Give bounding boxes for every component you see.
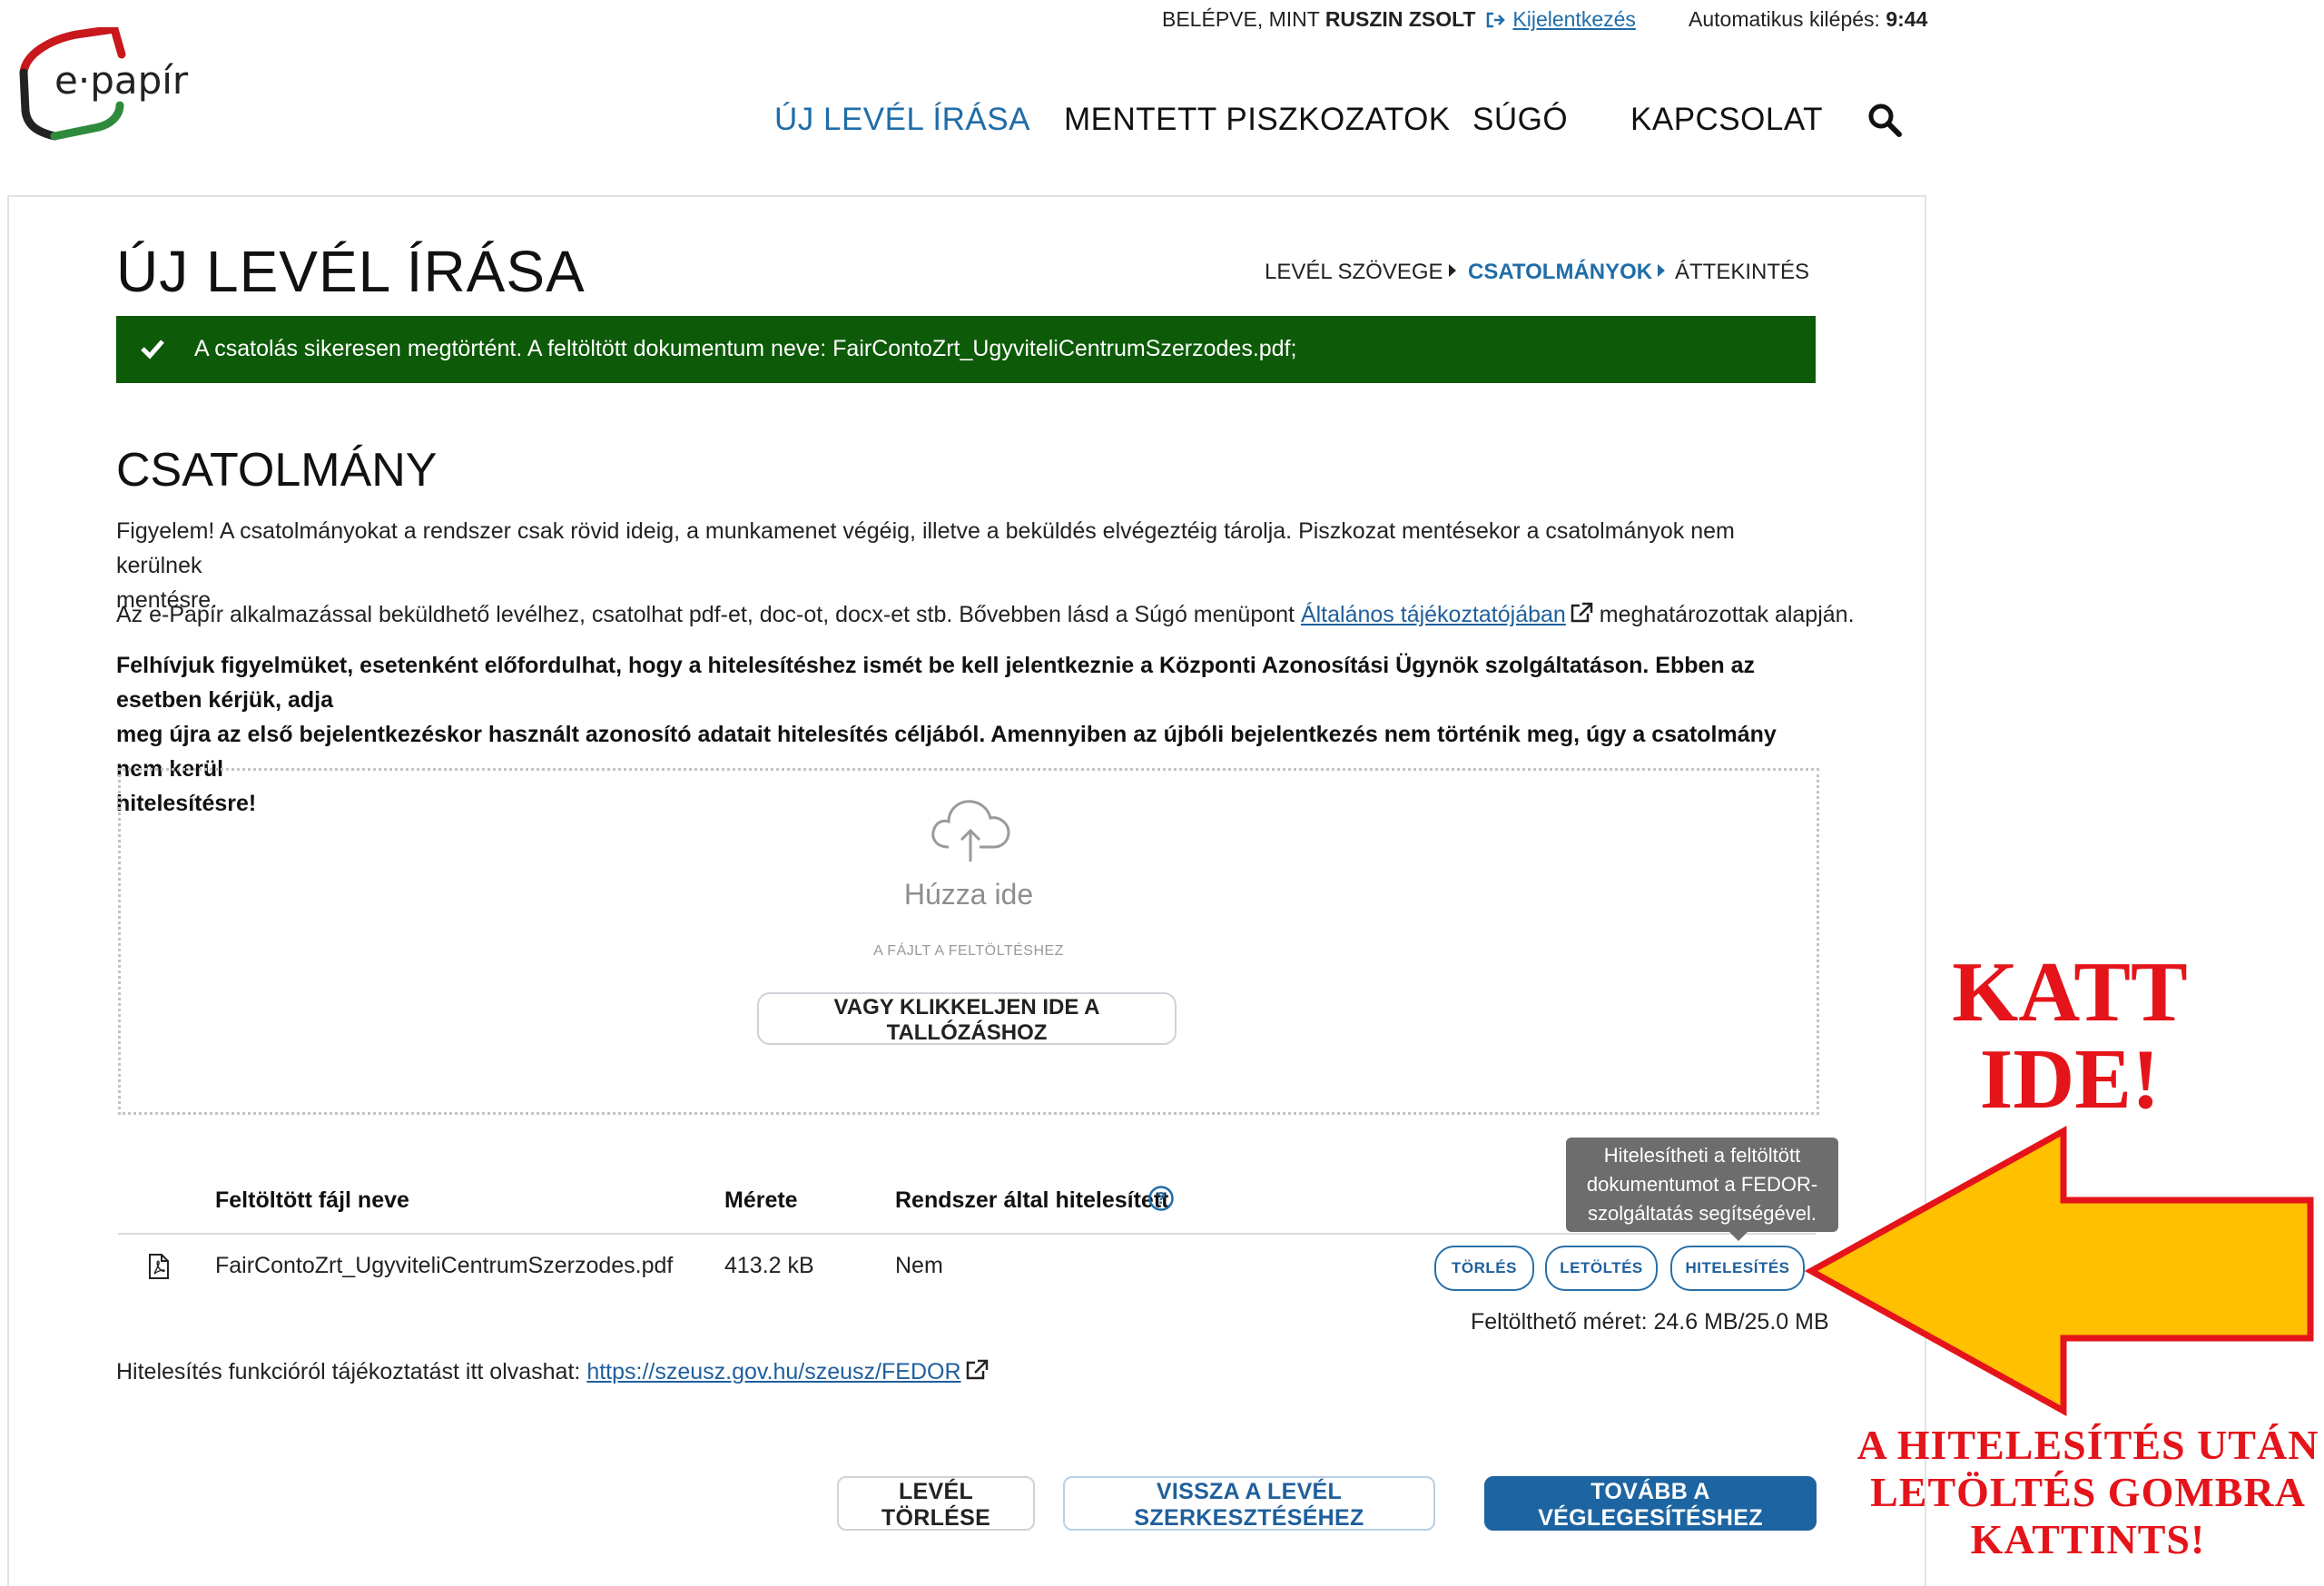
nav-saved-drafts[interactable]: MENTETT PISZKOZATOK (1064, 102, 1451, 138)
nav-new-letter[interactable]: ÚJ LEVÉL ÍRÁSA (774, 102, 1030, 138)
svg-text:?: ? (1157, 1189, 1167, 1207)
back-to-edit-button[interactable]: VISSZA A LEVÉL SZERKESZTÉSÉHEZ (1063, 1476, 1435, 1531)
step-letter-text[interactable]: LEVÉL SZÖVEGE (1265, 260, 1456, 285)
checkmark-icon (141, 340, 164, 360)
file-dropzone[interactable]: Húzza ide A FÁJLT A FELTÖLTÉSHEZ VAGY KL… (118, 768, 1819, 1115)
uploadable-size: Feltölthető méret: 24.6 MB/25.0 MB (1471, 1309, 1829, 1335)
file-size-cell: 413.2 kB (724, 1253, 814, 1278)
page-title: ÚJ LEVÉL ÍRÁSA (116, 239, 586, 304)
authenticate-file-button[interactable]: HITELESÍTÉS (1670, 1246, 1805, 1291)
delete-letter-button[interactable]: LEVÉL TÖRLÉSE (837, 1476, 1035, 1531)
logout-link-text[interactable]: Kijelentkezés (1512, 7, 1636, 31)
browse-button[interactable]: VAGY KLIKKELJEN IDE A TALLÓZÁSHOZ (757, 992, 1177, 1045)
external-link-icon (966, 1359, 988, 1380)
cloud-upload-icon (931, 800, 1010, 862)
logo-text: e·papír (54, 58, 189, 103)
logged-in-label: BELÉPVE, MINT RUSZIN ZSOLT (1162, 7, 1476, 31)
pdf-file-icon (149, 1254, 169, 1279)
success-alert: A csatolás sikeresen megtörtént. A feltö… (116, 316, 1816, 383)
annotation-note: A HITELESÍTÉS UTÁN LETÖLTÉS GOMBRA KATTI… (1856, 1422, 2319, 1562)
yellow-arrow-icon (1804, 1126, 2314, 1416)
auto-logout-time: 9:44 (1886, 7, 1928, 31)
nav-help[interactable]: SÚGÓ (1472, 102, 1568, 138)
column-size: Mérete (724, 1187, 798, 1213)
file-name-cell: FairContoZrt_UgyviteliCentrumSzerzodes.p… (215, 1253, 674, 1278)
info-text: Az e-Papír alkalmazással beküldhető levé… (116, 602, 1855, 627)
help-icon[interactable]: ? (1147, 1185, 1175, 1212)
drop-here-text: Húzza ide (903, 878, 1034, 911)
step-arrow-icon (1448, 264, 1456, 277)
success-message: A csatolás sikeresen megtörtént. A feltö… (194, 336, 1297, 361)
annotation-click-here: KATT IDE! (1952, 945, 2188, 1127)
general-info-link[interactable]: Általános tájékoztatójában (1301, 602, 1566, 627)
step-arrow-icon (1658, 264, 1666, 277)
step-attachments[interactable]: CSATOLMÁNYOK (1468, 260, 1666, 285)
drop-subtext: A FÁJLT A FELTÖLTÉSHEZ (873, 943, 1064, 959)
continue-to-finalize-button[interactable]: TOVÁBB A VÉGLEGESÍTÉSHEZ (1484, 1476, 1817, 1531)
authenticated-cell: Nem (895, 1253, 943, 1278)
section-title: CSATOLMÁNY (116, 444, 438, 497)
logout-link[interactable]: Kijelentkezés (1485, 7, 1636, 32)
search-icon[interactable] (1866, 102, 1903, 138)
download-file-button[interactable]: LETÖLTÉS (1545, 1246, 1658, 1291)
column-file-name: Feltöltött fájl neve (215, 1187, 409, 1213)
delete-file-button[interactable]: TÖRLÉS (1434, 1246, 1534, 1291)
epapir-logo[interactable]: e·papír (13, 25, 194, 145)
step-overview[interactable]: ÁTTEKINTÉS (1675, 260, 1809, 285)
table-divider (118, 1233, 1816, 1235)
user-name: RUSZIN ZSOLT (1324, 7, 1476, 31)
fedor-info: Hitelesítés funkcióról tájékoztatást itt… (116, 1359, 989, 1385)
external-link-icon (1571, 602, 1593, 623)
logout-icon (1486, 12, 1505, 28)
fedor-link[interactable]: https://szeusz.gov.hu/szeusz/FEDOR (586, 1359, 960, 1384)
auto-logout: Automatikus kilépés: 9:44 (1689, 7, 1928, 31)
nav-contact[interactable]: KAPCSOLAT (1630, 102, 1823, 138)
column-authenticated: Rendszer által hitelesített (895, 1187, 1169, 1213)
